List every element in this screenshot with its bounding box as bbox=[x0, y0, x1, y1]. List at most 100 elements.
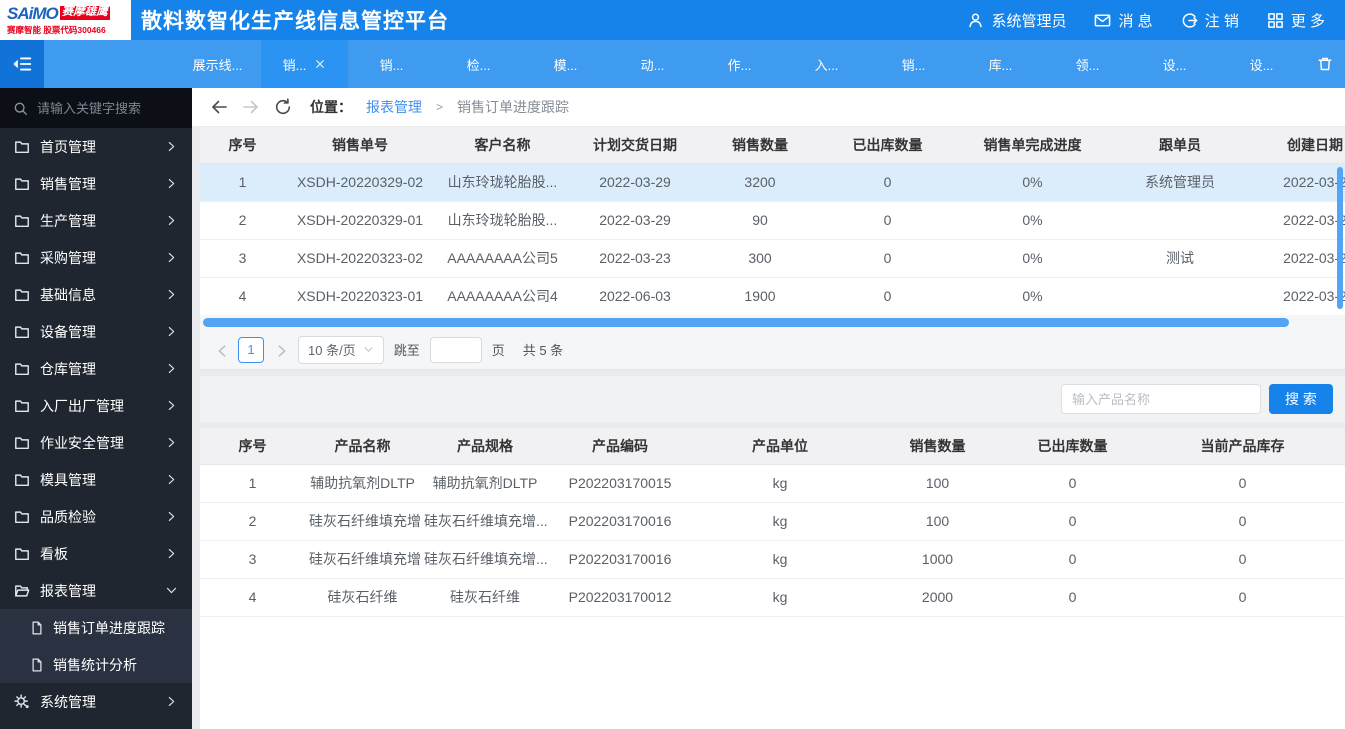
tab-10[interactable]: 领... bbox=[1044, 40, 1131, 88]
sidebar-item-label: 品质检验 bbox=[40, 508, 96, 525]
tab-8[interactable]: 销... bbox=[870, 40, 957, 88]
location-label: 位置： bbox=[310, 99, 352, 115]
sidebar-item-12[interactable]: 报表管理 bbox=[0, 572, 192, 609]
breadcrumb-parent[interactable]: 报表管理 bbox=[366, 97, 422, 117]
tab-4[interactable]: 模... bbox=[522, 40, 609, 88]
table-cell: kg bbox=[690, 502, 870, 541]
table-cell: XSDH-20220329-01 bbox=[285, 201, 435, 240]
column-header: 产品编码 bbox=[550, 428, 690, 465]
table-cell: 2022-03-2 bbox=[1250, 239, 1345, 278]
column-header: 销售单完成进度 bbox=[955, 127, 1110, 164]
column-header: 产品规格 bbox=[420, 428, 550, 465]
sidebar-item-1[interactable]: 销售管理 bbox=[0, 165, 192, 202]
sidebar-item-6[interactable]: 仓库管理 bbox=[0, 350, 192, 387]
folder-icon bbox=[14, 213, 30, 229]
sidebar-subitem-1[interactable]: 销售统计分析 bbox=[0, 646, 192, 683]
sidebar-item-4[interactable]: 基础信息 bbox=[0, 276, 192, 313]
sidebar-item-9[interactable]: 模具管理 bbox=[0, 461, 192, 498]
sidebar-item-label: 看板 bbox=[40, 545, 68, 562]
tab-label: 入... bbox=[814, 57, 839, 73]
chevron-down-icon bbox=[165, 584, 178, 597]
sidebar-subitem-0[interactable]: 销售订单进度跟踪 bbox=[0, 609, 192, 646]
search-button[interactable]: 搜 索 bbox=[1269, 384, 1333, 414]
sidebar-item-10[interactable]: 品质检验 bbox=[0, 498, 192, 535]
tab-label: 动... bbox=[640, 57, 665, 73]
tab-label: 设... bbox=[1162, 57, 1187, 73]
table-cell: P202203170016 bbox=[550, 502, 690, 541]
sidebar-collapse-button[interactable] bbox=[0, 40, 44, 88]
page-number-button[interactable]: 1 bbox=[238, 336, 264, 363]
tab-11[interactable]: 设... bbox=[1131, 40, 1218, 88]
tab-9[interactable]: 库... bbox=[957, 40, 1044, 88]
table-row[interactable]: 1 辅助抗氧剂DLTP 辅助抗氧剂DLTP P202203170015 kg 100 0 0 bbox=[200, 464, 1345, 503]
breadcrumb: 位置： 报表管理 > 销售订单进度跟踪 bbox=[192, 88, 1345, 127]
horizontal-scrollbar-thumb[interactable] bbox=[203, 318, 1289, 327]
sidebar-item-8[interactable]: 作业安全管理 bbox=[0, 424, 192, 461]
table-cell bbox=[1110, 277, 1250, 315]
table-cell: 0 bbox=[820, 239, 955, 278]
sidebar-item-11[interactable]: 看板 bbox=[0, 535, 192, 572]
table-row[interactable]: 4 XSDH-20220323-01 AAAAAAAA公司4 2022-06-03 19… bbox=[200, 277, 1345, 315]
tab-1[interactable]: 销... bbox=[261, 40, 348, 88]
sidebar-item-2[interactable]: 生产管理 bbox=[0, 202, 192, 239]
table-row[interactable]: 2硅灰石纤维填充增...硅灰石纤维填充增...P202203170016kg10… bbox=[200, 502, 1345, 541]
table-row[interactable]: 3硅灰石纤维填充增...硅灰石纤维填充增...P202203170016kg10… bbox=[200, 540, 1345, 579]
trash-icon bbox=[1317, 56, 1333, 72]
sidebar-item-0[interactable]: 首页管理 bbox=[0, 128, 192, 165]
folder-icon bbox=[14, 361, 30, 377]
chevron-right-icon bbox=[165, 362, 178, 375]
orders-table-container: 序号 销售单号 客户名称 计划交货日期 销售数量 已出库数量 销售单完成进度 跟单员 创建日期 1… bbox=[200, 127, 1345, 315]
table-cell: 0% bbox=[955, 163, 1110, 202]
refresh-icon[interactable] bbox=[274, 98, 292, 116]
chevron-right-icon bbox=[165, 325, 178, 338]
table-cell: 100 bbox=[870, 464, 1005, 503]
tab-label: 库... bbox=[988, 57, 1013, 73]
product-name-input[interactable] bbox=[1061, 384, 1261, 414]
prev-page-button[interactable] bbox=[214, 343, 228, 357]
table-cell: 0 bbox=[1140, 578, 1345, 617]
forward-icon[interactable] bbox=[242, 98, 260, 116]
pagination: 1 10 条/页 跳至 页 共 5 条 bbox=[200, 330, 1345, 370]
table-cell: 0 bbox=[1005, 464, 1140, 503]
logout-button[interactable]: 注 销 bbox=[1181, 10, 1239, 31]
tab-7[interactable]: 入... bbox=[783, 40, 870, 88]
page-size-select[interactable]: 10 条/页 bbox=[298, 335, 384, 364]
tab-0[interactable]: 展示线... bbox=[174, 40, 261, 88]
table-row[interactable]: 4 硅灰石纤维 硅灰石纤维 P202203170012 kg 2000 0 0 bbox=[200, 578, 1345, 617]
table-cell: 2022-06-03 bbox=[570, 277, 700, 315]
messages-button[interactable]: 消 息 bbox=[1094, 10, 1153, 31]
table-row[interactable]: 3 XSDH-20220323-02 AAAAAAAA公司5 2022-03-23 30… bbox=[200, 239, 1345, 278]
more-button[interactable]: 更 多 bbox=[1267, 10, 1325, 31]
breadcrumb-current: 销售订单进度跟踪 bbox=[457, 99, 570, 115]
chevron-right-icon bbox=[165, 251, 178, 264]
folder-icon bbox=[14, 139, 30, 155]
horizontal-scrollbar[interactable] bbox=[200, 315, 1345, 330]
table-row[interactable]: 2 XSDH-20220329-01 山东玲珑轮胎股... 2022-03-29 90 0… bbox=[200, 201, 1345, 240]
close-icon bbox=[314, 58, 326, 70]
sidebar-item-13[interactable]: 系统管理 bbox=[0, 683, 192, 720]
vertical-scrollbar[interactable] bbox=[1337, 167, 1343, 309]
tab-2[interactable]: 销... bbox=[348, 40, 435, 88]
logo: SAiMO 赛摩雄鹰 赛摩智能 股票代码300466 bbox=[0, 0, 131, 40]
sidebar-item-7[interactable]: 入厂出厂管理 bbox=[0, 387, 192, 424]
table-row[interactable]: 1 XSDH-20220329-02 山东玲珑轮胎股... 2022-03-29 320… bbox=[200, 163, 1345, 202]
sidebar-item-3[interactable]: 采购管理 bbox=[0, 239, 192, 276]
open-tabs: 展示线... 销... 销... 检... 模... 动... 作... 入... 销... 库.… bbox=[174, 40, 1305, 88]
table-cell: kg bbox=[690, 540, 870, 579]
jump-page-input[interactable] bbox=[429, 336, 482, 363]
tab-6[interactable]: 作... bbox=[696, 40, 783, 88]
sidebar-item-5[interactable]: 设备管理 bbox=[0, 313, 192, 350]
table-cell: 2 bbox=[200, 502, 305, 541]
gear-icon bbox=[14, 693, 30, 710]
next-page-button[interactable] bbox=[274, 343, 288, 357]
user-menu[interactable]: 系统管理员 bbox=[967, 10, 1066, 31]
tab-5[interactable]: 动... bbox=[609, 40, 696, 88]
tab-3[interactable]: 检... bbox=[435, 40, 522, 88]
back-icon[interactable] bbox=[210, 98, 228, 116]
close-all-tabs-button[interactable] bbox=[1305, 40, 1345, 88]
table-cell: P202203170016 bbox=[550, 540, 690, 579]
column-header: 已出库数量 bbox=[820, 127, 955, 164]
sidebar-search-input[interactable] bbox=[37, 100, 172, 116]
sidebar-search[interactable] bbox=[0, 88, 192, 128]
tab-12[interactable]: 设... bbox=[1218, 40, 1305, 88]
